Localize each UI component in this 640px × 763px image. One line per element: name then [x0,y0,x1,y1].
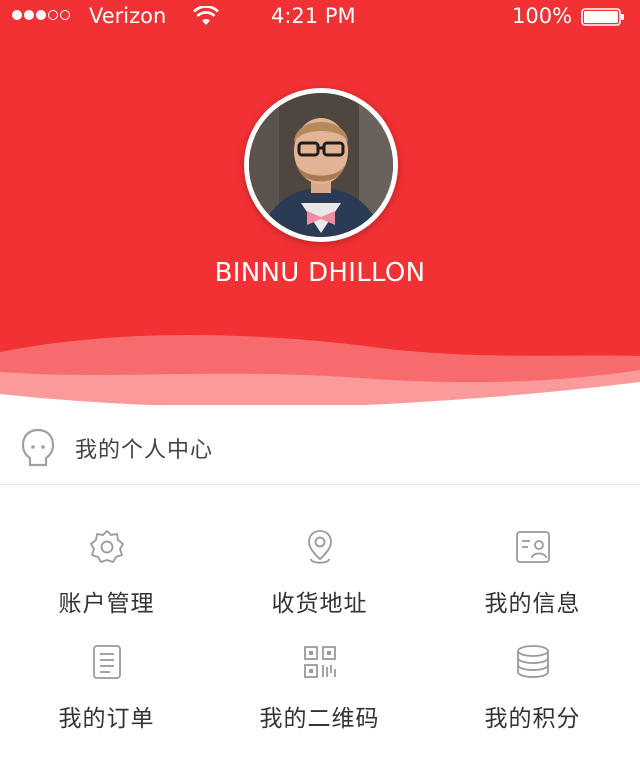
personal-center-row[interactable]: 我的个人中心 [0,405,640,485]
battery-percentage: 100% [512,4,573,28]
menu-label: 我的订单 [58,706,155,732]
menu-item-my-orders[interactable]: 我的订单 [0,601,213,732]
coin-stack-icon [517,645,549,678]
signal-dot [36,10,46,20]
avatar[interactable] [244,88,398,242]
profile-card-icon [516,531,550,563]
header-wave-decoration [0,335,640,405]
status-bar: Verizon 4:21 PM 100% [0,0,640,34]
wifi-icon [193,6,219,25]
signal-dot [60,10,70,20]
personal-center-label: 我的个人中心 [75,438,214,463]
clock: 4:21 PM [271,4,356,28]
menu-item-my-points[interactable]: 我的积分 [426,601,639,732]
menu-item-my-qr-code[interactable]: 我的二维码 [213,601,426,732]
signal-strength-icon [12,10,70,20]
face-icon [21,428,55,467]
signal-dot [24,10,34,20]
menu-item-account-management[interactable]: 账户管理 [0,486,213,617]
menu-label: 我的二维码 [259,706,380,732]
signal-dot [12,10,22,20]
carrier-name: Verizon [89,4,167,28]
menu-label: 我的积分 [484,706,581,732]
document-list-icon [93,645,121,679]
menu-item-shipping-address[interactable]: 收货地址 [213,486,426,617]
location-pin-icon [308,530,332,564]
avatar-photo [249,93,393,237]
signal-dot [48,10,58,20]
battery-icon [581,8,624,26]
profile-header: Verizon 4:21 PM 100% BINNU DHILLON [0,0,640,405]
qr-code-icon [304,646,336,678]
menu-item-my-info[interactable]: 我的信息 [426,486,639,617]
user-name: BINNU DHILLON [214,258,426,288]
gear-icon [90,530,124,563]
